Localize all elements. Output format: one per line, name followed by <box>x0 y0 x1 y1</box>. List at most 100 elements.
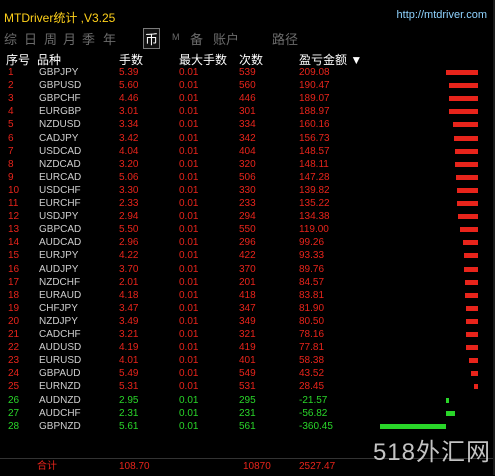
table-row[interactable]: 12 USDJPY 2.94 0.01 294 134.38 <box>0 210 495 223</box>
row-lots: 5.61 <box>119 420 139 432</box>
profit-bar <box>454 135 478 141</box>
row-index: 23 <box>8 355 20 367</box>
tab-0[interactable]: 综 <box>4 29 17 48</box>
tab-9[interactable]: 账户 <box>213 29 239 48</box>
profit-bar <box>455 148 478 154</box>
website-link[interactable]: http://mtdriver.com <box>397 9 487 21</box>
row-index: 10 <box>8 184 20 196</box>
table-row[interactable]: 27 AUDCHF 2.31 0.01 231 -56.82 <box>0 407 495 420</box>
row-count: 294 <box>239 211 256 223</box>
table-row[interactable]: 24 GBPAUD 5.49 0.01 549 43.52 <box>0 367 495 380</box>
table-row[interactable]: 10 USDCHF 3.30 0.01 330 139.82 <box>0 184 495 197</box>
row-profit: 80.50 <box>299 315 325 327</box>
table-row[interactable]: 18 EURAUD 4.18 0.01 418 83.81 <box>0 289 495 302</box>
row-index: 4 <box>8 106 14 118</box>
row-symbol: AUDNZD <box>39 394 81 406</box>
row-count: 320 <box>239 158 256 170</box>
table-row[interactable]: 28 GBPNZD 5.61 0.01 561 -360.45 <box>0 420 495 433</box>
tab-6[interactable]: 币 <box>143 28 161 49</box>
row-index: 6 <box>8 132 14 144</box>
row-count: 539 <box>239 67 256 78</box>
row-profit: 134.38 <box>299 211 330 223</box>
profit-bar <box>453 122 478 128</box>
row-max-lots: 0.01 <box>179 355 199 367</box>
table-row[interactable]: 15 EURJPY 4.22 0.01 422 93.33 <box>0 249 495 262</box>
row-max-lots: 0.01 <box>179 80 199 92</box>
profit-bar <box>465 292 478 298</box>
table-row[interactable]: 7 USDCAD 4.04 0.01 404 148.57 <box>0 145 495 158</box>
row-profit: 89.76 <box>299 263 325 275</box>
row-max-lots: 0.01 <box>179 329 199 340</box>
table-row[interactable]: 9 EURCAD 5.06 0.01 506 147.28 <box>0 171 495 184</box>
table-row[interactable]: 8 NZDCAD 3.20 0.01 320 148.11 <box>0 158 495 171</box>
table-row[interactable]: 23 EURUSD 4.01 0.01 401 58.38 <box>0 354 495 367</box>
profit-bar <box>449 109 478 115</box>
table-row[interactable]: 25 EURNZD 5.31 0.01 531 28.45 <box>0 380 495 393</box>
row-profit: 148.57 <box>299 145 330 157</box>
table-row[interactable]: 20 NZDJPY 3.49 0.01 349 80.50 <box>0 315 495 328</box>
tab-7[interactable]: M <box>172 32 180 42</box>
row-count: 301 <box>239 106 256 118</box>
row-symbol: EURGBP <box>39 106 82 118</box>
tab-10[interactable]: 路径 <box>272 29 298 48</box>
row-lots: 3.47 <box>119 302 139 314</box>
row-count: 233 <box>239 198 256 209</box>
table-row[interactable]: 16 AUDJPY 3.70 0.01 370 89.76 <box>0 263 495 276</box>
profit-bar <box>463 240 478 246</box>
loss-bar <box>380 423 446 429</box>
row-profit: 78.16 <box>299 329 325 340</box>
profit-bar <box>464 253 478 259</box>
tab-8[interactable]: 备 <box>190 29 203 48</box>
table-row[interactable]: 6 CADJPY 3.42 0.01 342 156.73 <box>0 132 495 145</box>
tab-5[interactable]: 年 <box>103 29 116 48</box>
row-symbol: USDJPY <box>39 211 79 223</box>
table-row[interactable]: 5 NZDUSD 3.34 0.01 334 160.16 <box>0 118 495 131</box>
row-count: 549 <box>239 368 256 380</box>
tab-1[interactable]: 日 <box>24 29 37 48</box>
profit-bar <box>456 174 478 180</box>
table-row[interactable]: 19 CHFJPY 3.47 0.01 347 81.90 <box>0 302 495 315</box>
row-index: 27 <box>8 407 20 419</box>
row-max-lots: 0.01 <box>179 237 199 249</box>
app-title: MTDriver统计 ,V3.25 <box>4 11 116 25</box>
table-row[interactable]: 4 EURGBP 3.01 0.01 301 188.97 <box>0 105 495 118</box>
profit-bar <box>471 371 478 377</box>
row-lots: 3.49 <box>119 315 139 327</box>
row-profit: 58.38 <box>299 355 325 367</box>
row-max-lots: 0.01 <box>179 145 199 157</box>
row-symbol: GBPUSD <box>39 80 82 92</box>
table-row[interactable]: 26 AUDNZD 2.95 0.01 295 -21.57 <box>0 394 495 407</box>
tab-2[interactable]: 周 <box>44 29 57 48</box>
row-lots: 4.46 <box>119 93 139 105</box>
row-profit: 188.97 <box>299 106 330 118</box>
row-count: 295 <box>239 394 256 406</box>
row-lots: 4.01 <box>119 355 139 367</box>
table-row[interactable]: 14 AUDCAD 2.96 0.01 296 99.26 <box>0 236 495 249</box>
row-max-lots: 0.01 <box>179 263 199 275</box>
table-row[interactable]: 21 CADCHF 3.21 0.01 321 78.16 <box>0 328 495 341</box>
row-index: 17 <box>8 276 20 288</box>
row-symbol: EURAUD <box>39 289 82 301</box>
row-lots: 3.20 <box>119 158 139 170</box>
table-row[interactable]: 22 AUDUSD 4.19 0.01 419 77.81 <box>0 341 495 354</box>
row-profit: -21.57 <box>299 394 328 406</box>
tab-4[interactable]: 季 <box>82 29 95 48</box>
row-symbol: GBPJPY <box>39 67 79 78</box>
row-symbol: EURJPY <box>39 250 79 262</box>
row-lots: 2.33 <box>119 198 139 209</box>
row-count: 231 <box>239 407 256 419</box>
watermark: 518外汇网 <box>372 439 491 466</box>
profit-bar <box>449 83 478 89</box>
table-row[interactable]: 13 GBPCAD 5.50 0.01 550 119.00 <box>0 223 495 236</box>
table-row[interactable]: 17 NZDCHF 2.01 0.01 201 84.57 <box>0 276 495 289</box>
row-profit: 28.45 <box>299 381 325 393</box>
row-profit: 147.28 <box>299 171 330 183</box>
table-row[interactable]: 11 EURCHF 2.33 0.01 233 135.22 <box>0 197 495 210</box>
table-row[interactable]: 2 GBPUSD 5.60 0.01 560 190.47 <box>0 79 495 92</box>
row-symbol: GBPCAD <box>39 224 82 236</box>
tab-3[interactable]: 月 <box>63 29 76 48</box>
table-row[interactable]: 3 GBPCHF 4.46 0.01 446 189.07 <box>0 92 495 105</box>
row-max-lots: 0.01 <box>179 315 199 327</box>
row-profit: 93.33 <box>299 250 325 262</box>
table-row[interactable]: 1 GBPJPY 5.39 0.01 539 209.08 <box>0 66 495 79</box>
